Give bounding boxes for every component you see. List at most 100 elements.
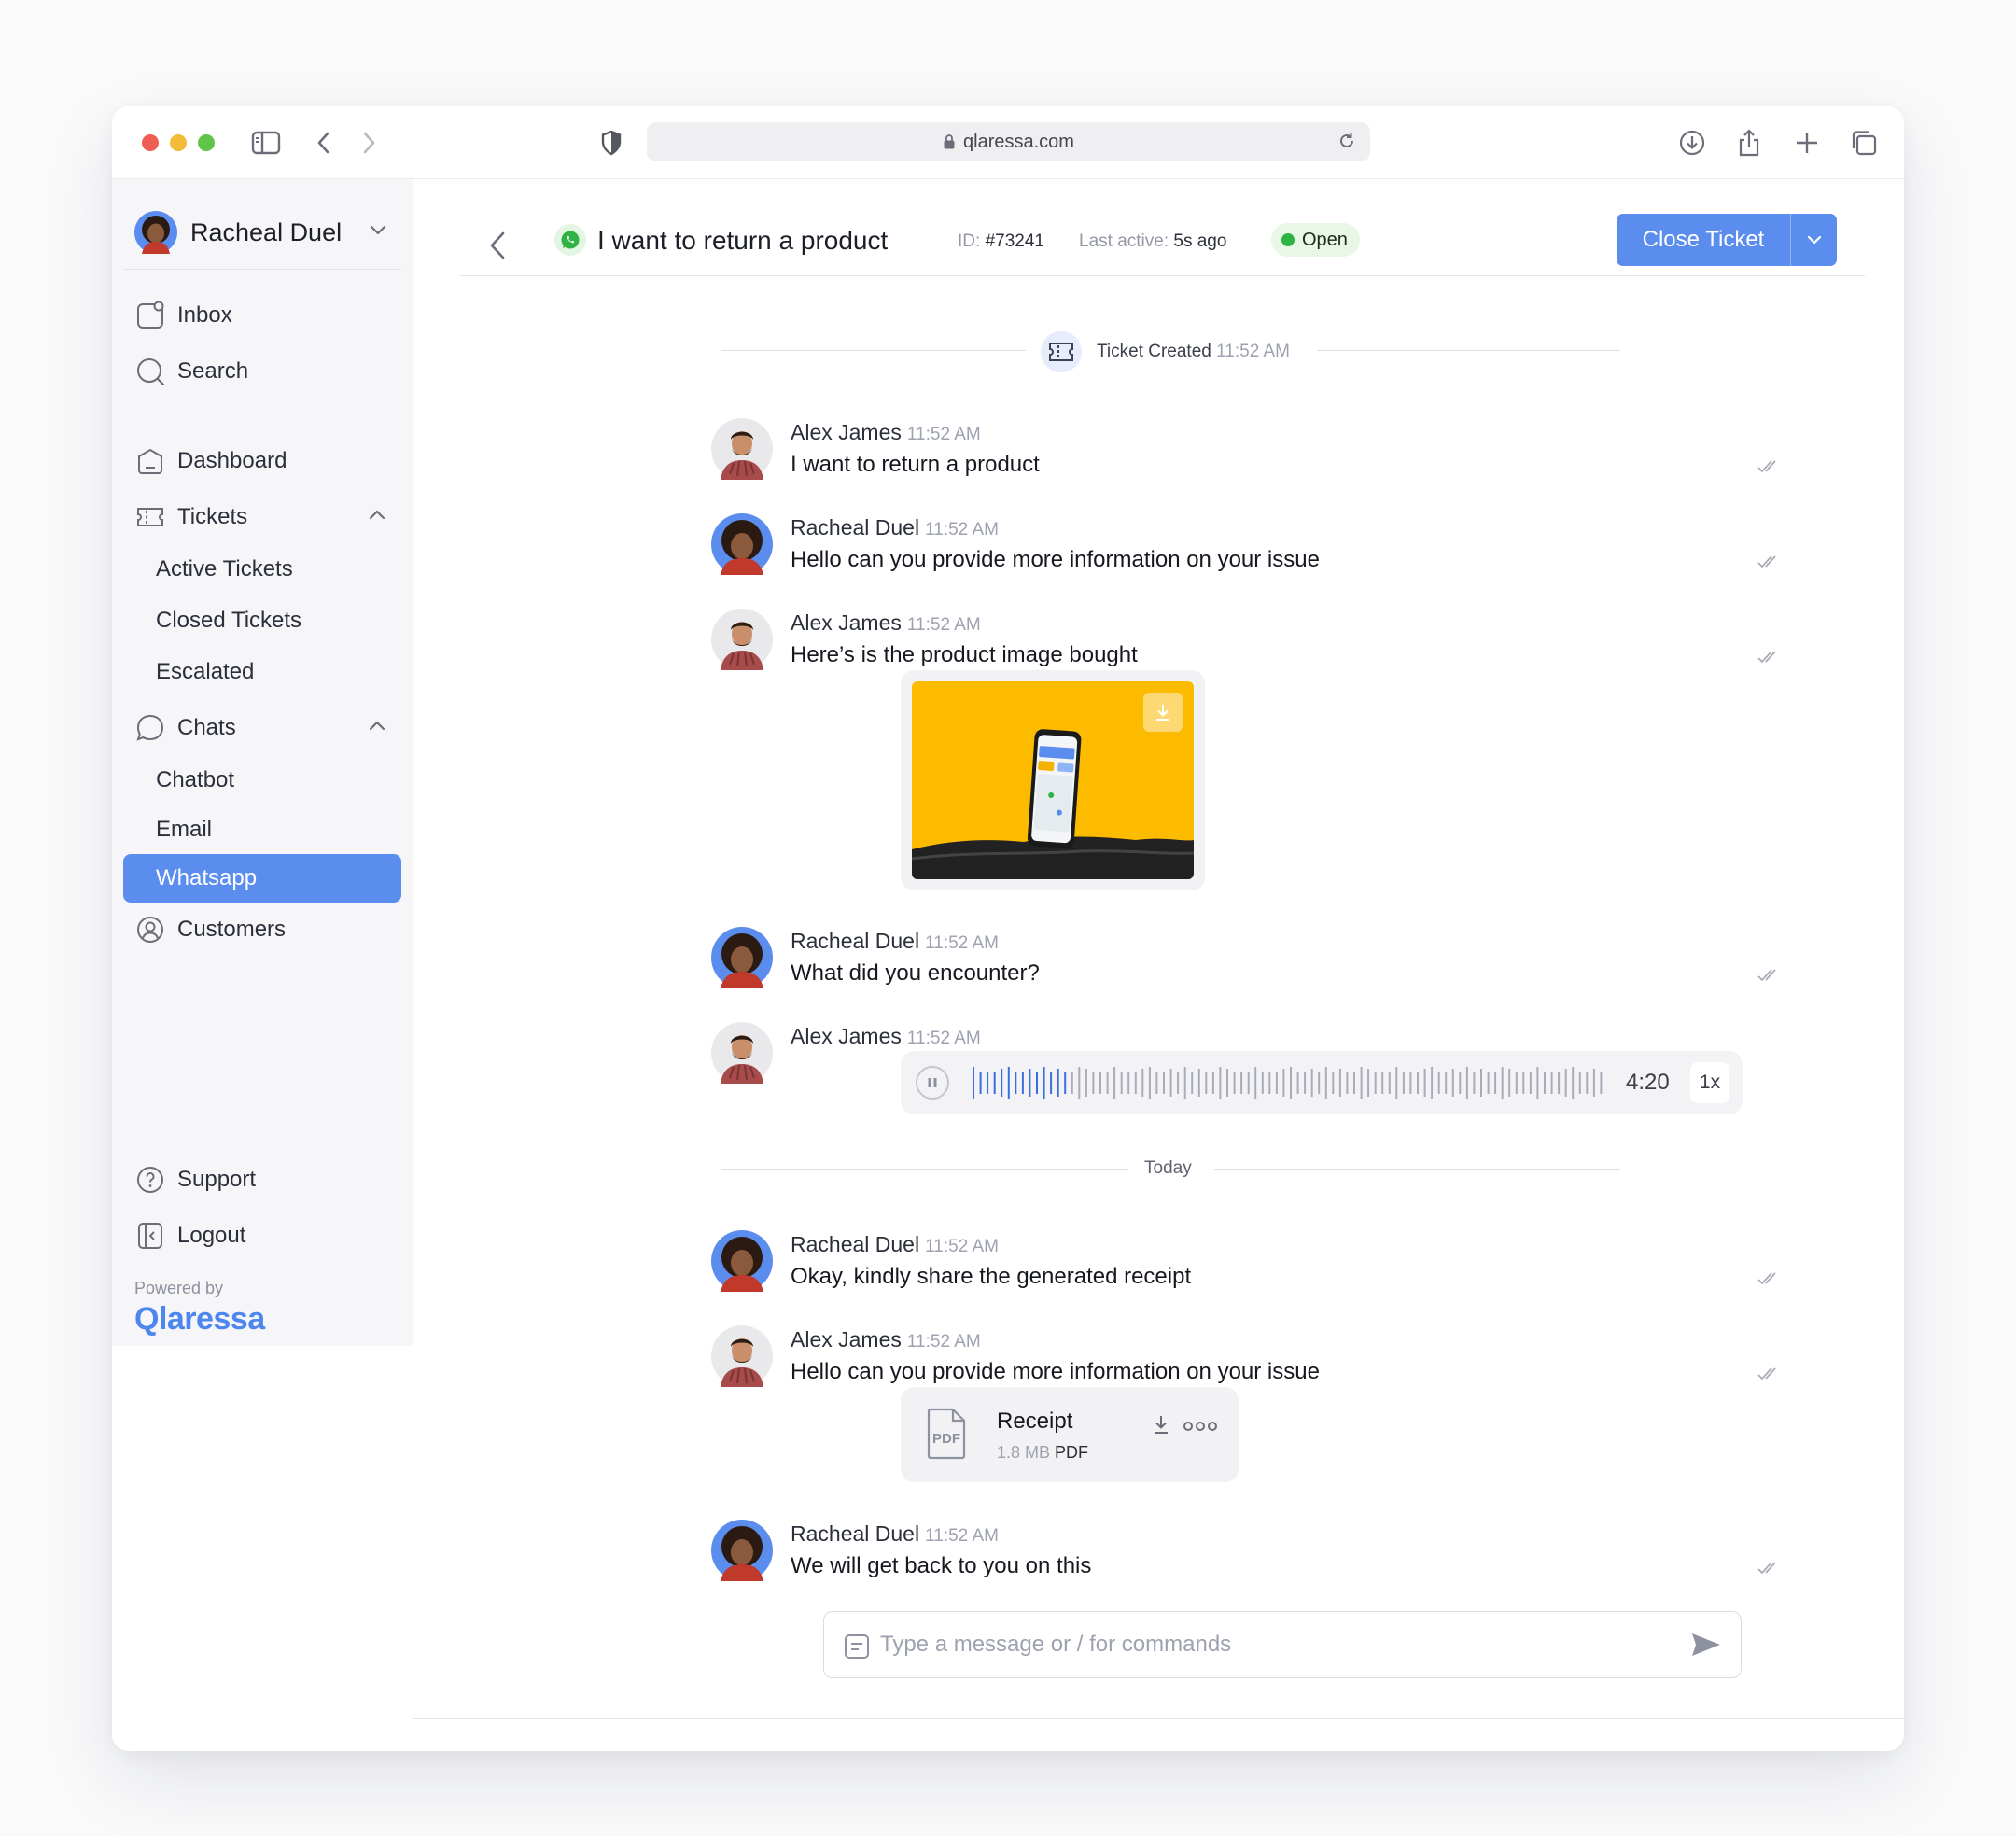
download-icon: [1156, 705, 1169, 721]
waveform-bar: [1197, 1069, 1200, 1097]
waveform-bar: [987, 1072, 989, 1094]
ticket-icon: [134, 501, 166, 533]
nav-email[interactable]: Email: [123, 806, 401, 854]
close-ticket-button[interactable]: Close Ticket: [1617, 214, 1837, 266]
browser-toolbar: qlaressa.com: [112, 106, 1904, 179]
message: Alex James 11:52 AM Here’s is the product…: [711, 609, 1781, 674]
waveform-bar: [1183, 1067, 1186, 1099]
image-download-button[interactable]: [1143, 693, 1183, 732]
image-attachment[interactable]: [901, 670, 1205, 890]
waveform-bar: [1437, 1072, 1440, 1094]
read-receipt-icon: [1757, 651, 1776, 664]
waveform-bar: [1445, 1072, 1448, 1094]
back-arrow-icon[interactable]: [485, 228, 510, 263]
waveform-bar: [1501, 1067, 1504, 1099]
brand-logo[interactable]: Qlaressa: [134, 1301, 265, 1338]
waveform-bar: [1465, 1067, 1468, 1099]
waveform-bar: [1304, 1072, 1307, 1094]
waveform-bar: [1240, 1072, 1243, 1094]
minimize-window-button[interactable]: [170, 134, 187, 151]
user-name: Racheal Duel: [190, 217, 343, 246]
product-image[interactable]: [912, 681, 1194, 879]
share-icon[interactable]: [1731, 125, 1767, 161]
waveform-bar: [1360, 1067, 1363, 1099]
tab-overview-icon[interactable]: [1846, 125, 1882, 161]
message: Racheal Duel 11:52 AM What did you encoun…: [711, 927, 1781, 992]
avatar: [711, 1325, 773, 1387]
waveform-bar: [1572, 1067, 1575, 1099]
ticket-id-value: #73241: [985, 231, 1044, 251]
address-bar[interactable]: qlaressa.com: [647, 122, 1370, 161]
last-active-label: Last active:: [1079, 231, 1169, 251]
nav-active-tickets[interactable]: Active Tickets: [123, 545, 401, 594]
nav-support-label: Support: [177, 1167, 257, 1192]
divider: [413, 1718, 1904, 1719]
pause-button[interactable]: [916, 1066, 949, 1100]
message-header: Racheal Duel 11:52 AM: [791, 1230, 999, 1261]
message-composer[interactable]: Type a message or / for commands: [823, 1611, 1742, 1678]
nav-support[interactable]: Support: [123, 1156, 401, 1204]
read-receipt-icon: [1757, 555, 1776, 568]
message: Alex James 11:52 AM I want to return a pr…: [711, 418, 1781, 484]
waveform-bar: [1120, 1072, 1123, 1094]
waveform-bar: [1177, 1072, 1180, 1094]
nav-whatsapp[interactable]: Whatsapp: [123, 854, 401, 903]
privacy-shield-icon[interactable]: [594, 125, 629, 161]
read-receipt-icon: [1757, 969, 1776, 982]
chevron-up-icon[interactable]: [368, 508, 386, 521]
close-window-button[interactable]: [142, 134, 159, 151]
reload-icon[interactable]: [1337, 131, 1357, 151]
forward-nav-icon[interactable]: [351, 125, 386, 161]
chevron-down-icon: [1807, 235, 1821, 245]
pdf-attachment[interactable]: PDF Receipt 1.8 MB PDF: [901, 1387, 1239, 1482]
message-input[interactable]: Type a message or / for commands: [880, 1631, 1231, 1659]
download-icon[interactable]: [1151, 1413, 1171, 1436]
header-divider: [459, 275, 1865, 276]
message: Racheal Duel 11:52 AM We will get back to…: [711, 1520, 1781, 1585]
message: Alex James 11:52 AM Hello can you provide…: [711, 1325, 1781, 1391]
zoom-window-button[interactable]: [198, 134, 215, 151]
status-dot: [1281, 233, 1295, 246]
nav-escalated[interactable]: Escalated: [123, 648, 401, 696]
nav-chats[interactable]: Chats: [123, 704, 401, 752]
avatar: [711, 1230, 773, 1292]
nav-search[interactable]: Search: [123, 347, 401, 396]
nav-dashboard[interactable]: Dashboard: [123, 437, 401, 485]
user-profile-switcher[interactable]: Racheal Duel: [134, 207, 400, 258]
message-text: Hello can you provide more information o…: [791, 547, 1320, 572]
audio-waveform[interactable]: [972, 1064, 1606, 1101]
divider: [721, 1169, 1128, 1170]
chevron-down-icon[interactable]: [369, 224, 387, 237]
message: Racheal Duel 11:52 AM Okay, kindly share …: [711, 1230, 1781, 1296]
nav-customers[interactable]: Customers: [123, 905, 401, 954]
message-text: Hello can you provide more information o…: [791, 1359, 1320, 1384]
more-options-icon[interactable]: [1183, 1421, 1217, 1432]
waveform-bar: [1381, 1072, 1384, 1094]
waveform-bar: [1318, 1072, 1321, 1094]
waveform-bar: [1592, 1069, 1595, 1097]
nav-tickets[interactable]: Tickets: [123, 493, 401, 541]
waveform-bar: [1071, 1072, 1073, 1094]
chevron-up-icon[interactable]: [368, 719, 386, 732]
waveform-bar: [1233, 1072, 1236, 1094]
waveform-bar: [1310, 1069, 1313, 1097]
back-nav-icon[interactable]: [306, 125, 342, 161]
close-ticket-dropdown[interactable]: [1791, 234, 1837, 245]
nav-logout[interactable]: Logout: [123, 1212, 401, 1260]
new-tab-icon[interactable]: [1789, 125, 1825, 161]
download-icon[interactable]: [1674, 125, 1710, 161]
avatar: [711, 513, 773, 575]
sidebar-toggle-icon[interactable]: [248, 125, 284, 161]
waveform-bar: [1550, 1072, 1553, 1094]
nav-tickets-label: Tickets: [177, 504, 248, 529]
waveform-bar: [1522, 1072, 1525, 1094]
waveform-bar: [1106, 1072, 1109, 1094]
note-icon[interactable]: [843, 1633, 871, 1661]
nav-chatbot[interactable]: Chatbot: [123, 756, 401, 805]
send-icon[interactable]: [1690, 1631, 1722, 1659]
waveform-bar: [1480, 1069, 1482, 1097]
playback-speed-button[interactable]: 1x: [1690, 1062, 1729, 1103]
ticket-id: ID: #73241: [958, 230, 1044, 254]
nav-inbox[interactable]: Inbox: [123, 291, 401, 340]
nav-closed-tickets[interactable]: Closed Tickets: [123, 596, 401, 645]
